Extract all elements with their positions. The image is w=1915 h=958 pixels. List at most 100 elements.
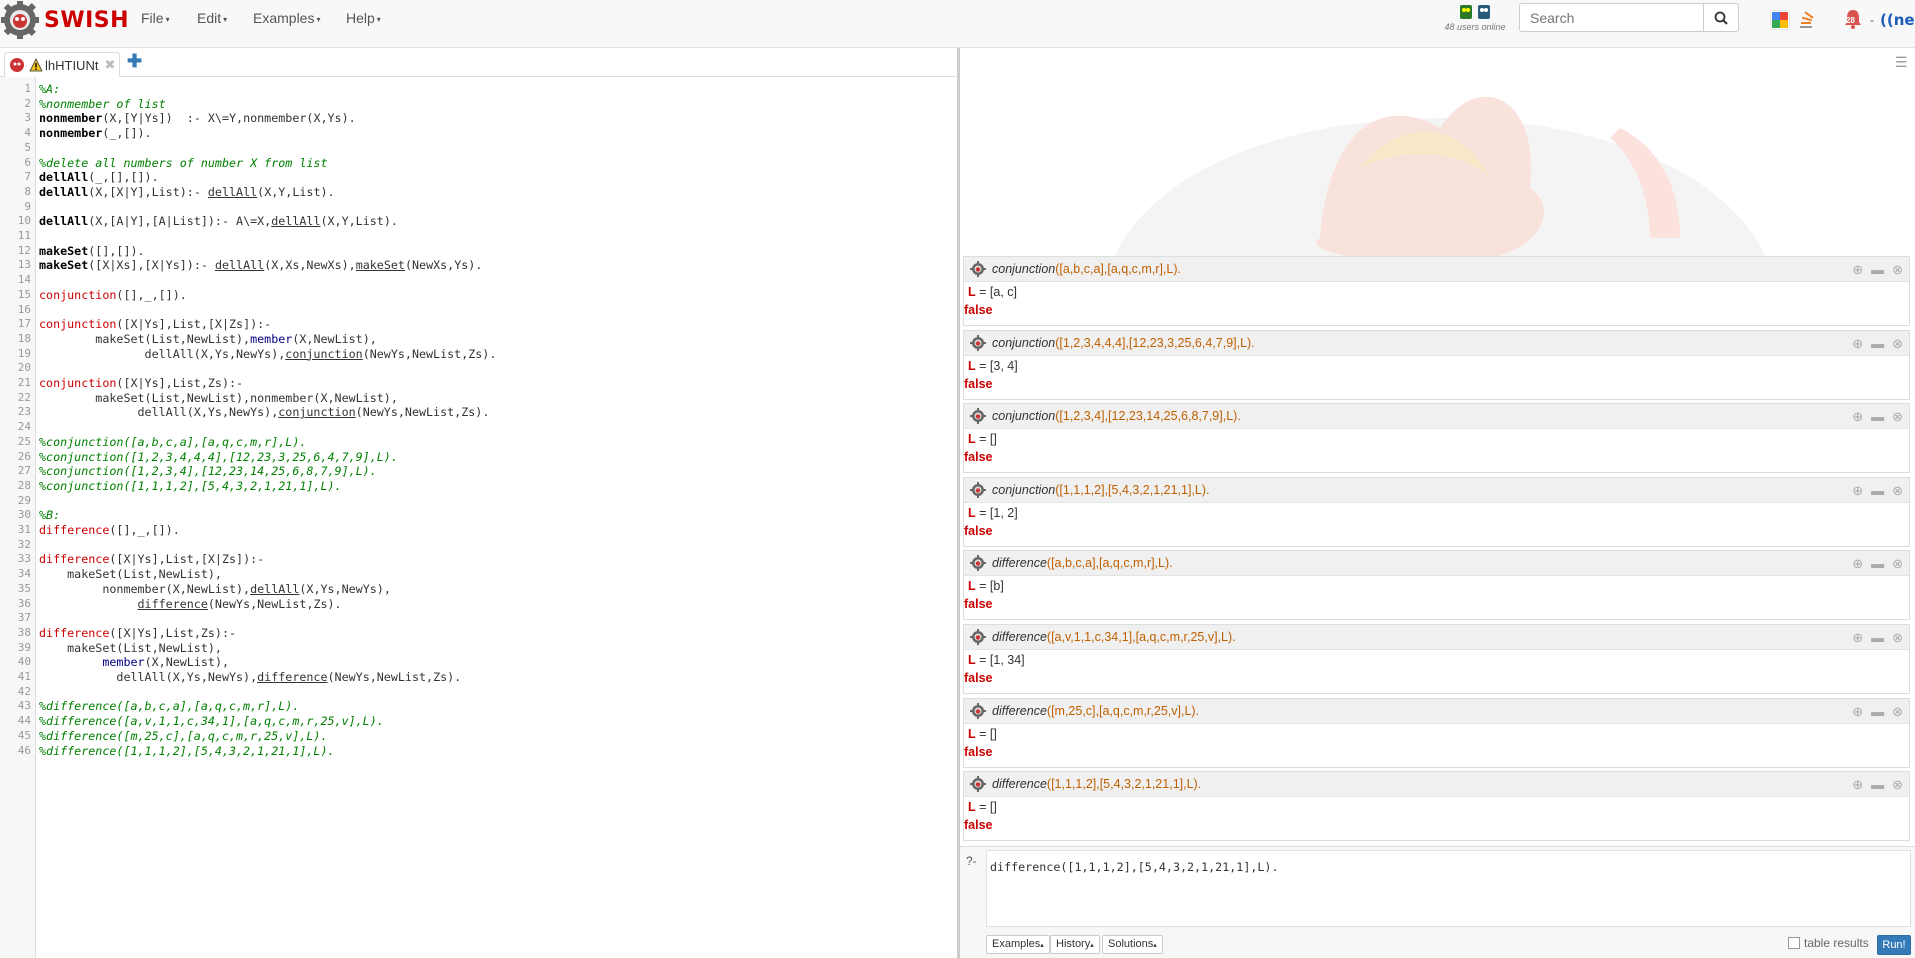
google-icon[interactable]: [1770, 10, 1790, 30]
examples-label: Examples: [992, 938, 1041, 950]
query-text[interactable]: difference([1,1,1,2],[5,4,3,2,1,21,1],L)…: [990, 860, 1279, 874]
close-icon[interactable]: ⊗: [1892, 262, 1903, 278]
answer-value: = [3, 4]: [979, 358, 1018, 373]
history-button[interactable]: History▴: [1050, 935, 1100, 954]
users-online[interactable]: 48 users online: [1440, 4, 1510, 32]
minimize-icon[interactable]: ▬: [1871, 483, 1884, 499]
dash-separator: -: [1870, 13, 1874, 27]
swish-logo[interactable]: SWISH: [0, 0, 129, 40]
gear-icon: [970, 261, 986, 277]
download-icon[interactable]: ⊕: [1852, 704, 1863, 720]
query-result: false: [964, 818, 993, 833]
query-header[interactable]: conjunction ([1,2,3,4,4,4],[12,23,3,25,6,…: [964, 330, 1909, 356]
tab-program[interactable]: lhHTIUNt ✖: [4, 52, 121, 77]
query-result: false: [964, 303, 993, 317]
query-panel: conjunction ([1,2,3,4],[12,23,14,25,6,8,7…: [963, 403, 1910, 474]
query-controls: ⊕ ▬ ⊗: [1852, 704, 1903, 720]
search-input[interactable]: [1519, 3, 1704, 32]
answer-value: = [1, 34]: [979, 653, 1025, 667]
close-icon[interactable]: ⊗: [1892, 336, 1903, 352]
minimize-icon[interactable]: ▬: [1871, 409, 1884, 425]
download-icon[interactable]: ⊕: [1852, 556, 1863, 572]
download-icon[interactable]: ⊕: [1852, 483, 1863, 499]
query-prompt: ?-: [966, 854, 977, 868]
query-header[interactable]: difference ([a,v,1,1,c,34,1],[a,q,c,m,r,2…: [964, 625, 1909, 650]
solutions-button[interactable]: Solutions▴: [1102, 935, 1163, 954]
close-icon[interactable]: ⊗: [1892, 704, 1903, 720]
search-button[interactable]: [1703, 3, 1739, 32]
query-result: false: [964, 671, 993, 685]
gear-icon: [970, 408, 986, 425]
query-result: false: [964, 597, 993, 612]
caret-down-icon: ▾: [376, 14, 381, 24]
menu-help-label: Help: [346, 10, 375, 26]
query-controls: ⊕ ▬ ⊗: [1852, 556, 1903, 572]
user-avatar-icon: [1477, 4, 1491, 20]
query-answer: L = [a, c]: [968, 285, 1017, 299]
query-args: ([m,25,c],[a,q,c,m,r,25,v],L).: [1046, 703, 1200, 718]
close-icon[interactable]: ⊗: [1892, 556, 1903, 572]
query-answer: L = []: [968, 800, 997, 814]
gear-icon: [970, 555, 986, 572]
download-icon[interactable]: ⊕: [1852, 777, 1863, 793]
close-tab-icon[interactable]: ✖: [104, 57, 115, 73]
table-results-checkbox[interactable]: [1788, 937, 1800, 949]
minimize-icon[interactable]: ▬: [1871, 556, 1884, 572]
query-predicate: difference: [992, 630, 1047, 644]
notifications-button[interactable]: 28: [1842, 8, 1864, 32]
query-header[interactable]: conjunction ([1,1,1,2],[5,4,3,2,1,21,1],L…: [964, 477, 1909, 503]
answer-value: = []: [979, 432, 997, 447]
query-header[interactable]: difference ([a,b,c,a],[a,q,c,m,r],L).: [964, 551, 1909, 577]
query-args: ([1,2,3,4,4,4],[12,23,3,25,6,4,7,9],L).: [1055, 335, 1255, 350]
answer-value: = [b]: [979, 579, 1004, 594]
menu-edit[interactable]: Edit ▾: [197, 10, 227, 26]
close-icon[interactable]: ⊗: [1892, 483, 1903, 499]
minimize-icon[interactable]: ▬: [1871, 262, 1884, 278]
minimize-icon[interactable]: ▬: [1871, 336, 1884, 352]
minimize-icon[interactable]: ▬: [1871, 777, 1884, 793]
notification-count: 28: [1846, 16, 1855, 25]
stackoverflow-icon[interactable]: [1796, 10, 1816, 30]
navbar: SWISH File ▾ Edit ▾ Examples ▾ Help ▾ 48 use…: [0, 0, 1915, 48]
menu-help[interactable]: Help ▾: [346, 10, 381, 26]
plus-icon: ✚: [127, 51, 143, 71]
query-answer: L = []: [968, 727, 997, 741]
query-header[interactable]: conjunction ([a,b,c,a],[a,q,c,m,r],L).: [964, 257, 1909, 282]
answer-variable: L: [968, 800, 976, 815]
answer-value: = [a, c]: [979, 285, 1017, 299]
navbar-right-icons: 28 - ((new)): [1770, 6, 1915, 34]
download-icon[interactable]: ⊕: [1852, 336, 1863, 352]
caret-down-icon: ▾: [316, 14, 321, 24]
menu-file[interactable]: File ▾: [141, 10, 170, 26]
query-header[interactable]: conjunction ([1,2,3,4],[12,23,14,25,6,8,7…: [964, 404, 1909, 430]
new-badge[interactable]: ((new)): [1880, 11, 1915, 29]
minimize-icon[interactable]: ▬: [1871, 630, 1884, 646]
menu-icon[interactable]: ☰: [1895, 54, 1908, 71]
answer-variable: L: [968, 726, 976, 741]
query-header[interactable]: difference ([m,25,c],[a,q,c,m,r,25,v],L).: [964, 698, 1909, 724]
answer-value: = []: [979, 726, 997, 741]
new-tab-button[interactable]: ✚: [127, 51, 142, 72]
caret-down-icon: ▾: [223, 14, 228, 24]
code-editor[interactable]: 1 %A: 2 %nonmember of list 3 nonmember(X,[Y|Y…: [0, 77, 957, 958]
tab-label: lhHTIUNt: [45, 57, 99, 73]
caret-down-icon: ▾: [165, 14, 170, 24]
query-args: ([1,1,1,2],[5,4,3,2,1,21,1],L).: [1055, 482, 1210, 497]
gear-icon: [970, 629, 986, 645]
close-icon[interactable]: ⊗: [1892, 630, 1903, 646]
close-icon[interactable]: ⊗: [1892, 409, 1903, 425]
run-button[interactable]: Run!: [1877, 935, 1911, 955]
caret-up-icon: ▴: [1040, 942, 1044, 949]
download-icon[interactable]: ⊕: [1852, 630, 1863, 646]
query-header[interactable]: difference ([1,1,1,2],[5,4,3,2,1,21,1],L)…: [964, 772, 1909, 798]
query-controls: ⊕ ▬ ⊗: [1852, 336, 1903, 352]
minimize-icon[interactable]: ▬: [1871, 704, 1884, 720]
download-icon[interactable]: ⊕: [1852, 262, 1863, 278]
answer-variable: L: [968, 653, 976, 667]
answer-value: = []: [979, 800, 997, 815]
menu-examples[interactable]: Examples ▾: [253, 10, 320, 26]
close-icon[interactable]: ⊗: [1892, 777, 1903, 793]
download-icon[interactable]: ⊕: [1852, 409, 1863, 425]
examples-button[interactable]: Examples▴: [986, 935, 1050, 954]
menu-examples-label: Examples: [253, 10, 315, 26]
